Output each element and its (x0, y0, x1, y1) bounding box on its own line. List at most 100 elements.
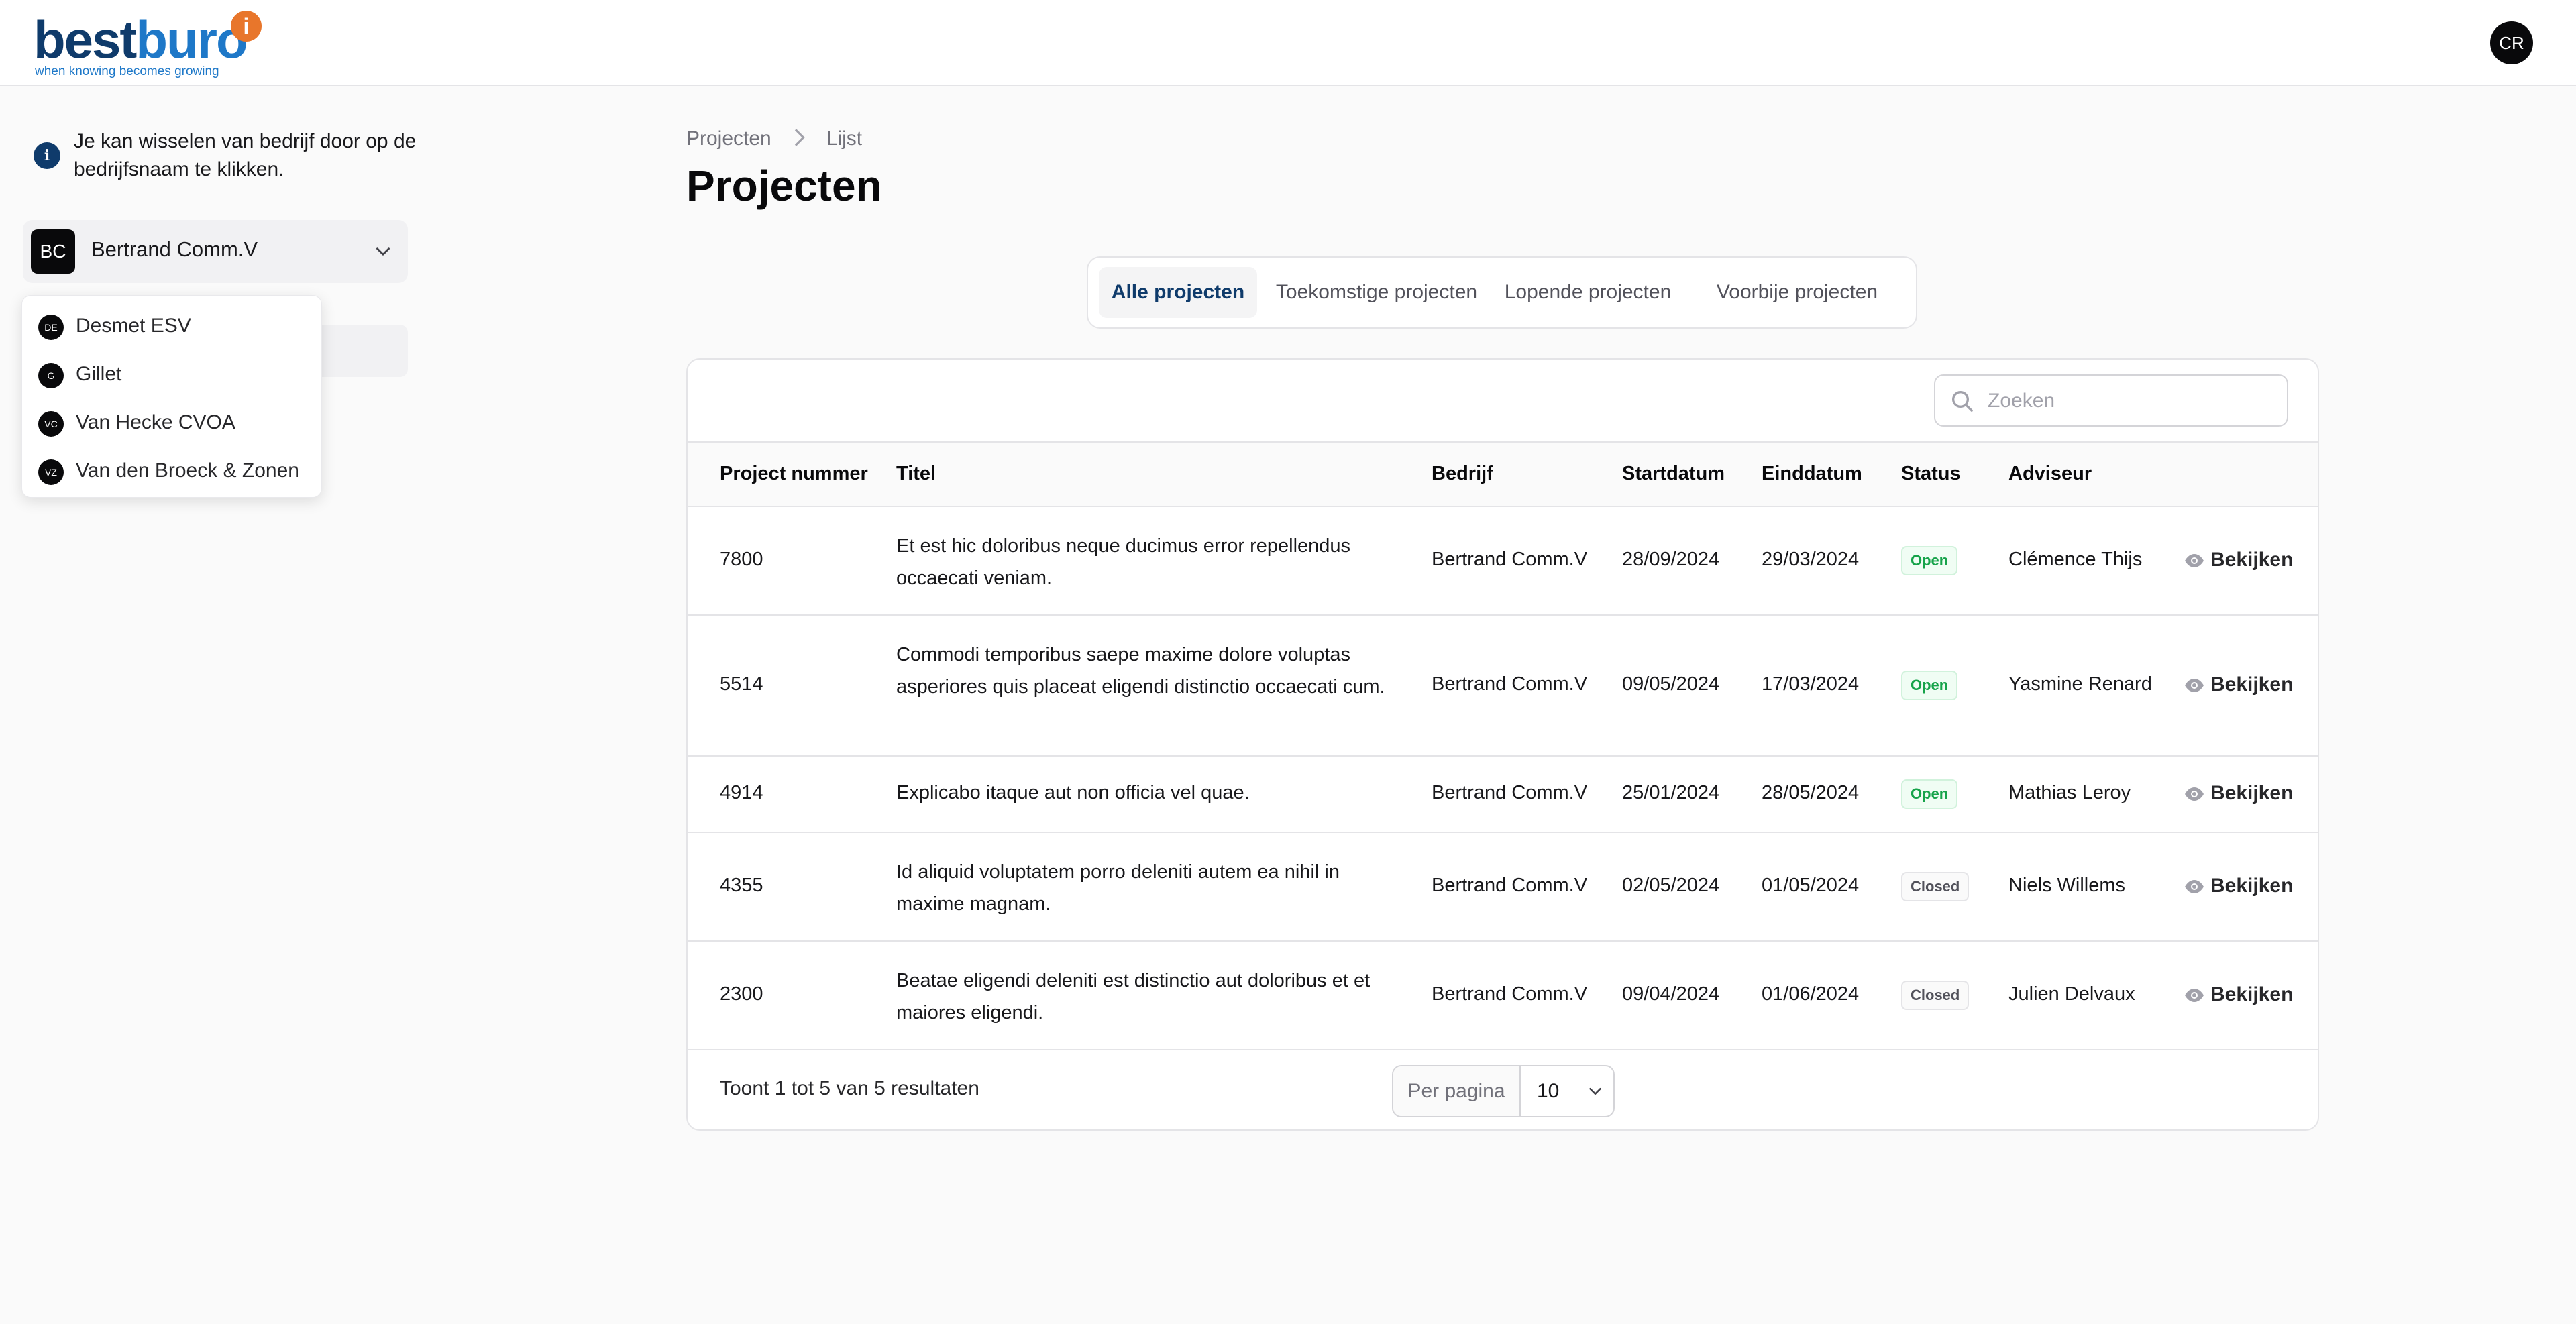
cell-title: Explicabo itaque aut non officia vel qua… (896, 782, 1250, 804)
projects-table-card: Project nummer Titel Bedrijf Startdatum … (686, 358, 2319, 1131)
cell-project-number: 5514 (720, 673, 763, 695)
per-page-select[interactable]: Per pagina 10 (1392, 1065, 1615, 1117)
view-button[interactable]: Bekijken (2184, 671, 2294, 700)
cell-title: Id aliquid voluptatem porro deleniti aut… (896, 861, 1340, 915)
info-text: Je kan wisselen van bedrijf door op de b… (74, 130, 417, 180)
top-bar: bestburo i when knowing becomes growing … (0, 0, 2576, 86)
header-project-nummer[interactable]: Project nummer (720, 463, 868, 485)
chevron-down-icon (1589, 1088, 1601, 1095)
table-row: 5514 Commodi temporibus saepe maxime dol… (688, 616, 2318, 757)
cell-project-number: 2300 (720, 983, 763, 1005)
status-badge: Closed (1901, 872, 1970, 901)
cell-company: Bertrand Comm.V (1432, 673, 1588, 695)
cell-title: Commodi temporibus saepe maxime dolore v… (896, 644, 1385, 698)
results-summary: Toont 1 tot 5 van 5 resultaten (720, 1077, 979, 1099)
info-icon: i (34, 142, 60, 169)
user-avatar[interactable]: CR (2490, 21, 2533, 64)
company-option-van-hecke[interactable]: VC Van Hecke CVOA (22, 399, 323, 447)
breadcrumb: Projecten Lijst (686, 127, 862, 150)
eye-icon (2185, 679, 2204, 692)
cell-advisor: Yasmine Renard (2008, 673, 2152, 695)
view-label: Bekijken (2210, 673, 2294, 696)
company-option-label: Gillet (76, 363, 122, 385)
company-option-gillet[interactable]: G Gillet (22, 351, 323, 399)
breadcrumb-projecten[interactable]: Projecten (686, 127, 771, 150)
view-label: Bekijken (2210, 983, 2294, 1005)
cell-start-date: 25/01/2024 (1622, 782, 1720, 804)
company-option-desmet[interactable]: DE Desmet ESV (22, 302, 323, 351)
table-row: 2300 Beatae eligendi deleniti est distin… (688, 942, 2318, 1050)
company-option-label: Desmet ESV (76, 315, 191, 337)
tab-alle-projecten[interactable]: Alle projecten (1099, 267, 1257, 318)
header-status[interactable]: Status (1901, 463, 1961, 485)
logo-mark-icon: i (231, 11, 262, 42)
cell-company: Bertrand Comm.V (1432, 983, 1588, 1005)
table-header: Project nummer Titel Bedrijf Startdatum … (688, 441, 2318, 507)
eye-icon (2185, 880, 2204, 893)
cell-start-date: 02/05/2024 (1622, 875, 1720, 896)
table-row: 4355 Id aliquid voluptatem porro delenit… (688, 833, 2318, 942)
cell-title: Et est hic doloribus neque ducimus error… (896, 535, 1351, 589)
cell-end-date: 29/03/2024 (1762, 549, 1860, 570)
header-startdatum[interactable]: Startdatum (1622, 463, 1725, 485)
table-row: 4914 Explicabo itaque aut non officia ve… (688, 757, 2318, 833)
company-option-label: Van Hecke CVOA (76, 411, 235, 433)
search-box[interactable] (1934, 374, 2288, 427)
cell-advisor: Julien Delvaux (2008, 983, 2135, 1005)
company-option-label: Van den Broeck & Zonen (76, 459, 299, 482)
status-badge: Open (1901, 779, 1958, 809)
cell-project-number: 4355 (720, 875, 763, 896)
bestburo-logo[interactable]: bestburo i when knowing becomes growing (34, 9, 262, 78)
cell-advisor: Mathias Leroy (2008, 782, 2131, 804)
company-selector[interactable]: BC Bertrand Comm.V (23, 220, 408, 283)
cell-advisor: Niels Willems (2008, 875, 2125, 896)
view-label: Bekijken (2210, 782, 2294, 804)
cell-end-date: 17/03/2024 (1762, 673, 1860, 695)
view-button[interactable]: Bekijken (2184, 779, 2294, 809)
tab-lopende-projecten[interactable]: Lopende projecten (1496, 267, 1680, 318)
company-option-avatar: VZ (38, 459, 64, 485)
header-einddatum[interactable]: Einddatum (1762, 463, 1862, 485)
header-bedrijf[interactable]: Bedrijf (1432, 463, 1493, 485)
company-option-avatar: G (38, 363, 64, 388)
chevron-right-icon (788, 129, 805, 146)
tab-toekomstige-projecten[interactable]: Toekomstige projecten (1264, 267, 1489, 318)
breadcrumb-lijst: Lijst (826, 127, 863, 150)
eye-icon (2185, 989, 2204, 1002)
per-page-value: 10 (1537, 1080, 1560, 1102)
view-button[interactable]: Bekijken (2184, 872, 2294, 901)
cell-company: Bertrand Comm.V (1432, 549, 1588, 570)
company-dropdown-menu: DE Desmet ESV G Gillet VC Van Hecke CVOA… (21, 295, 322, 498)
cell-company: Bertrand Comm.V (1432, 875, 1588, 896)
cell-end-date: 28/05/2024 (1762, 782, 1860, 804)
search-input[interactable] (1988, 385, 2276, 417)
header-adviseur[interactable]: Adviseur (2008, 463, 2092, 485)
company-avatar: BC (31, 229, 75, 274)
cell-end-date: 01/06/2024 (1762, 983, 1860, 1005)
project-tabs: Alle projecten Toekomstige projecten Lop… (1087, 256, 1917, 329)
view-label: Bekijken (2210, 549, 2294, 571)
cell-title: Beatae eligendi deleniti est distinctio … (896, 970, 1371, 1024)
cell-end-date: 01/05/2024 (1762, 875, 1860, 896)
view-label: Bekijken (2210, 875, 2294, 897)
table-row: 7800 Et est hic doloribus neque ducimus … (688, 507, 2318, 616)
company-option-avatar: DE (38, 315, 64, 340)
cell-advisor: Clémence Thijs (2008, 549, 2143, 570)
cell-start-date: 09/05/2024 (1622, 673, 1720, 695)
company-option-avatar: VC (38, 411, 64, 437)
company-option-van-den-broeck[interactable]: VZ Van den Broeck & Zonen (22, 447, 323, 496)
cell-company: Bertrand Comm.V (1432, 782, 1588, 804)
cell-start-date: 28/09/2024 (1622, 549, 1720, 570)
search-icon (1952, 391, 1973, 412)
status-badge: Open (1901, 546, 1958, 575)
per-page-label: Per pagina (1393, 1066, 1521, 1116)
status-badge: Closed (1901, 981, 1970, 1010)
header-titel[interactable]: Titel (896, 463, 936, 485)
status-badge: Open (1901, 671, 1958, 700)
chevron-down-icon (376, 247, 390, 256)
selected-company-name: Bertrand Comm.V (91, 237, 258, 261)
view-button[interactable]: Bekijken (2184, 546, 2294, 575)
view-button[interactable]: Bekijken (2184, 981, 2294, 1010)
cell-project-number: 7800 (720, 549, 763, 570)
tab-voorbije-projecten[interactable]: Voorbije projecten (1686, 267, 1908, 318)
